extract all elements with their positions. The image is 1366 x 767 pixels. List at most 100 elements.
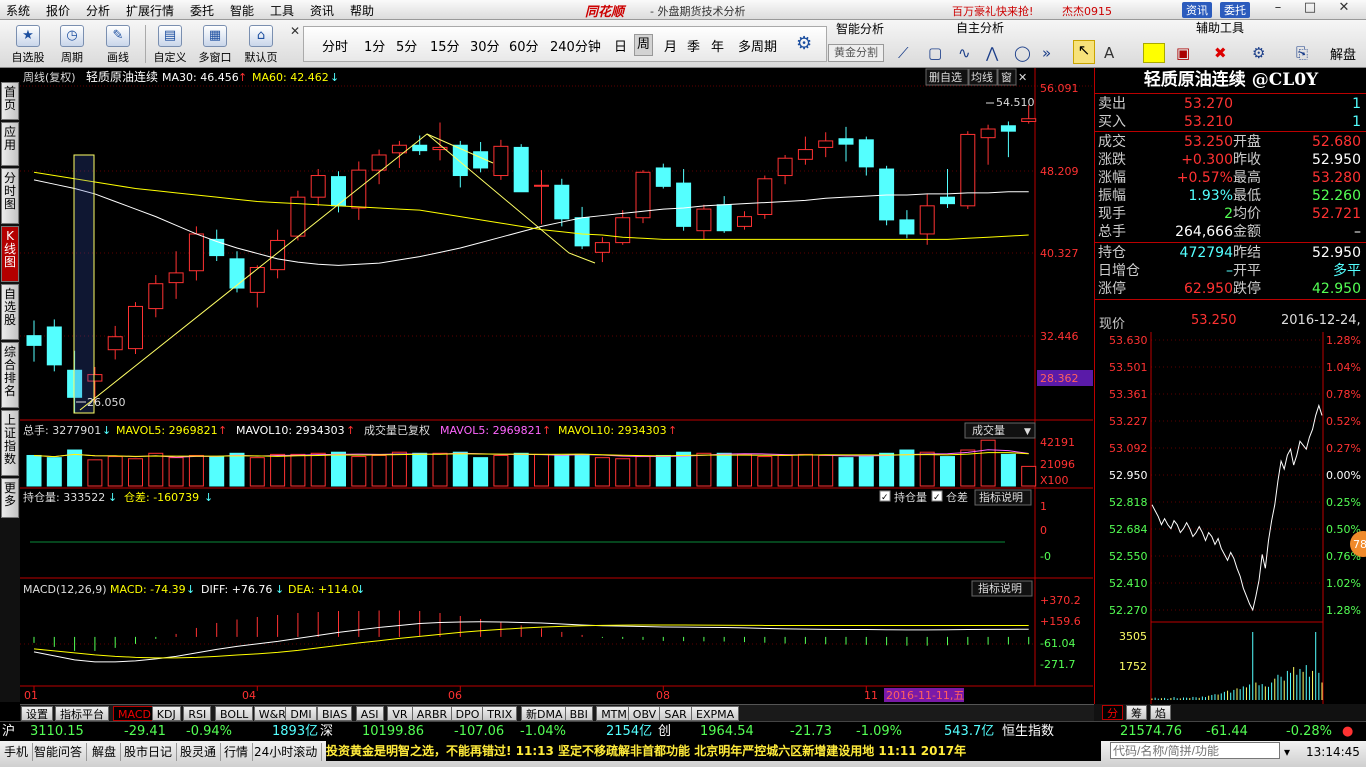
right-tab-1[interactable]: 筹 [1126, 705, 1147, 720]
smart-qa-button[interactable]: 智能问答 [30, 743, 88, 761]
vtab-ranking[interactable]: 综合排名 [1, 342, 19, 408]
indicator-tab-sar[interactable]: SAR [659, 706, 692, 721]
vtab-timeshare[interactable]: 分时图 [1, 168, 19, 224]
mobile-button[interactable]: 手机 [0, 743, 34, 761]
menu-order[interactable]: 委托 [190, 2, 214, 19]
rect-tool-icon[interactable]: ▢ [928, 44, 942, 62]
color-swatch[interactable] [1143, 43, 1165, 63]
user-name[interactable]: 杰杰0915 [1062, 3, 1112, 19]
chart-close-icon[interactable]: ✕ [1018, 71, 1027, 84]
cursor-icon[interactable]: ↖ [1073, 40, 1095, 64]
indicator-tab-macd[interactable]: MACD [113, 706, 156, 721]
market-button[interactable]: 行情 [220, 743, 254, 761]
period-year[interactable]: 年 [711, 36, 724, 55]
search-input[interactable] [1110, 742, 1280, 759]
intraday-chart[interactable]: 53.630 1.28% 53.501 1.04% 53.361 0.78% 53.227 0… [1095, 332, 1366, 704]
right-tab-0[interactable]: 分 [1102, 705, 1123, 720]
vtab-sh-index[interactable]: 上证指数 [1, 410, 19, 476]
gulingtong-button[interactable]: 股灵通 [176, 743, 222, 761]
period-15m[interactable]: 15分 [430, 36, 460, 55]
menu-smart[interactable]: 智能 [230, 2, 254, 19]
menu-system[interactable]: 系统 [6, 2, 30, 19]
order-button[interactable]: 委托 [1220, 2, 1250, 18]
menu-ext-market[interactable]: 扩展行情 [126, 2, 174, 19]
vtab-more[interactable]: 更多 [1, 478, 19, 518]
period-month[interactable]: 月 [664, 36, 677, 55]
period-quarter[interactable]: 季 [687, 36, 700, 55]
wave-tool-icon[interactable]: ∿ [958, 44, 971, 62]
menu-news[interactable]: 资讯 [310, 2, 334, 19]
tab-self-analysis[interactable]: 自主分析 [950, 19, 1010, 35]
vtab-watchlist[interactable]: 自选股 [1, 284, 19, 340]
indicator-tab-[interactable]: 设置 [21, 706, 53, 721]
menu-quote[interactable]: 报价 [46, 2, 70, 19]
period-tick[interactable]: 分时 [322, 36, 348, 55]
sh-label[interactable]: 沪 [2, 722, 15, 742]
zigzag-tool-icon[interactable]: ⋀ [986, 44, 998, 62]
vtab-kline[interactable]: K线图 [1, 226, 19, 282]
news-button[interactable]: 资讯 [1182, 2, 1212, 18]
indicator-tab-obv[interactable]: OBV [627, 706, 662, 721]
minimize-icon[interactable]: – [1268, 0, 1288, 20]
close-icon[interactable]: ✕ [1334, 0, 1354, 20]
delete-icon[interactable]: ✖ [1214, 44, 1227, 62]
indicator-tab-asi[interactable]: ASI [355, 706, 384, 721]
period-multi[interactable]: 多周期 [738, 36, 777, 55]
menu-tools[interactable]: 工具 [270, 2, 294, 19]
default-page-button[interactable]: ⌂ 默认页 [240, 23, 282, 65]
indicator-tab-dpo[interactable]: DPO [450, 706, 485, 721]
watchlist-button[interactable]: ★ 自选股 [6, 23, 50, 65]
period-1m[interactable]: 1分 [364, 36, 385, 55]
gear-icon[interactable]: ⚙ [796, 33, 812, 54]
period-60m[interactable]: 60分 [509, 36, 539, 55]
indicator-tab-bbi[interactable]: BBI [564, 706, 593, 721]
indicator-tab-arbr[interactable]: ARBR [411, 706, 453, 721]
text-tool-icon[interactable]: A [1104, 44, 1114, 62]
period-5m[interactable]: 5分 [396, 36, 417, 55]
explain-button[interactable]: 解盘 [1330, 44, 1356, 63]
bookmark-icon[interactable]: ▣ [1176, 44, 1190, 62]
news-scroll-button[interactable]: 24小时滚动 [250, 743, 323, 761]
close-periods-icon[interactable]: ✕ [290, 24, 300, 38]
drawline-button[interactable]: ✎ 画线 [97, 23, 139, 65]
indicator-tab-[interactable]: 指标平台 [55, 706, 109, 721]
maximize-icon[interactable]: □ [1300, 0, 1320, 20]
hs-label[interactable]: 恒生指数 [1002, 722, 1054, 742]
period-240m[interactable]: 240分钟 [550, 36, 601, 55]
period-30m[interactable]: 30分 [470, 36, 500, 55]
stock-diary-button[interactable]: 股市日记 [120, 743, 178, 761]
tab-aux-tools[interactable]: 辅助工具 [1190, 19, 1250, 35]
indicator-tab-rsi[interactable]: RSI [183, 706, 212, 721]
vtab-apps[interactable]: 应用 [1, 122, 19, 166]
line-tool-icon[interactable]: ⟋ [898, 44, 909, 62]
multiwindow-button[interactable]: ▦ 多窗口 [195, 23, 235, 65]
news-ticker[interactable]: 投资黄金是明智之选，不能再错过! 11:13 坚定不移疏解非首都功能 北京明年严… [326, 741, 1101, 761]
menu-analysis[interactable]: 分析 [86, 2, 110, 19]
indicator-tab-expma[interactable]: EXPMA [691, 706, 740, 721]
indicator-tab-dmi[interactable]: DMI [285, 706, 317, 721]
period-week[interactable]: 周 [634, 34, 654, 56]
gold-split-button[interactable]: 黄金分割 [828, 44, 884, 62]
menu-help[interactable]: 帮助 [350, 2, 374, 19]
more-tools-icon[interactable]: » [1042, 44, 1051, 62]
highlight-box[interactable] [73, 154, 95, 414]
period-button[interactable]: ◷ 周期 [52, 23, 92, 65]
indicator-tab-trix[interactable]: TRIX [482, 706, 518, 721]
indicator-tab-vr[interactable]: VR [387, 706, 413, 721]
right-tab-2[interactable]: 焰 [1150, 705, 1171, 720]
explain-market-button[interactable]: 解盘 [88, 743, 122, 761]
period-day[interactable]: 日 [614, 36, 627, 55]
sz-label[interactable]: 深 [320, 722, 333, 742]
indicator-tab-bias[interactable]: BIAS [317, 706, 353, 721]
tab-smart-analysis[interactable]: 智能分析 [830, 20, 890, 36]
settings-icon[interactable]: ⚙ [1252, 44, 1265, 62]
indicator-tab-boll[interactable]: BOLL [215, 706, 254, 721]
cy-label[interactable]: 创 [658, 722, 671, 742]
indicator-tab-kdj[interactable]: KDJ [151, 706, 181, 721]
promo-link[interactable]: 百万豪礼快来抢! [952, 3, 1033, 19]
vtab-home[interactable]: 首页 [1, 82, 19, 120]
kline-chart[interactable]: 周线(复权) 轻质原油连续 MA30: 46.456 ↑ MA60: 42.46… [20, 68, 1093, 704]
custom-button[interactable]: ▤ 自定义 [150, 23, 190, 65]
export-icon[interactable]: ⎘ [1296, 44, 1308, 62]
indicator-tab-mtm[interactable]: MTM [596, 706, 632, 721]
